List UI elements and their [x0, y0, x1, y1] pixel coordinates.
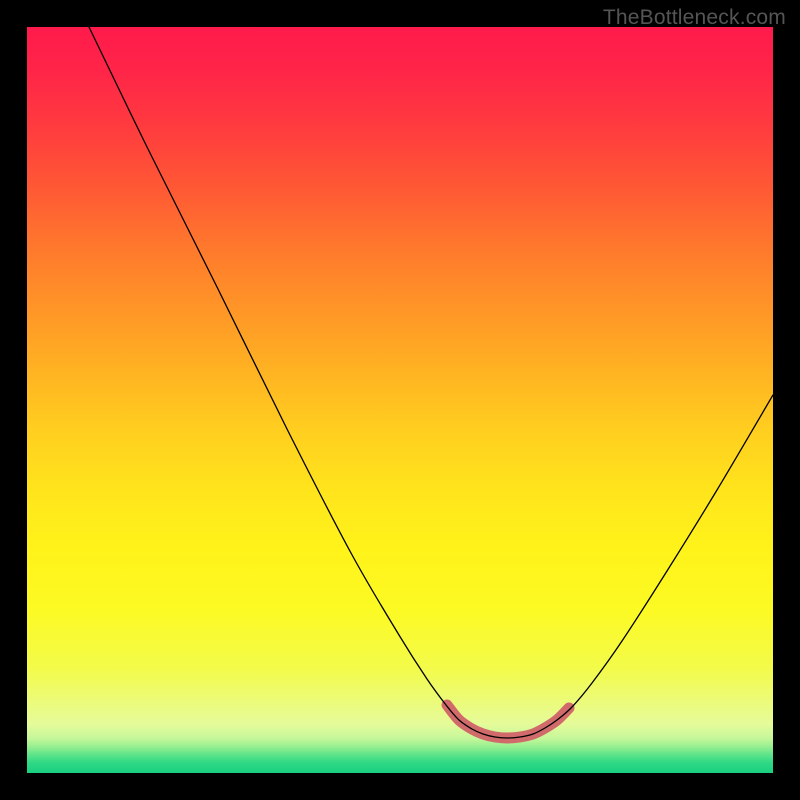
gradient-background — [27, 27, 773, 773]
watermark-text: TheBottleneck.com — [603, 6, 786, 30]
chart-frame: TheBottleneck.com — [0, 0, 800, 800]
chart-svg — [27, 27, 773, 773]
plot-area — [27, 27, 773, 773]
